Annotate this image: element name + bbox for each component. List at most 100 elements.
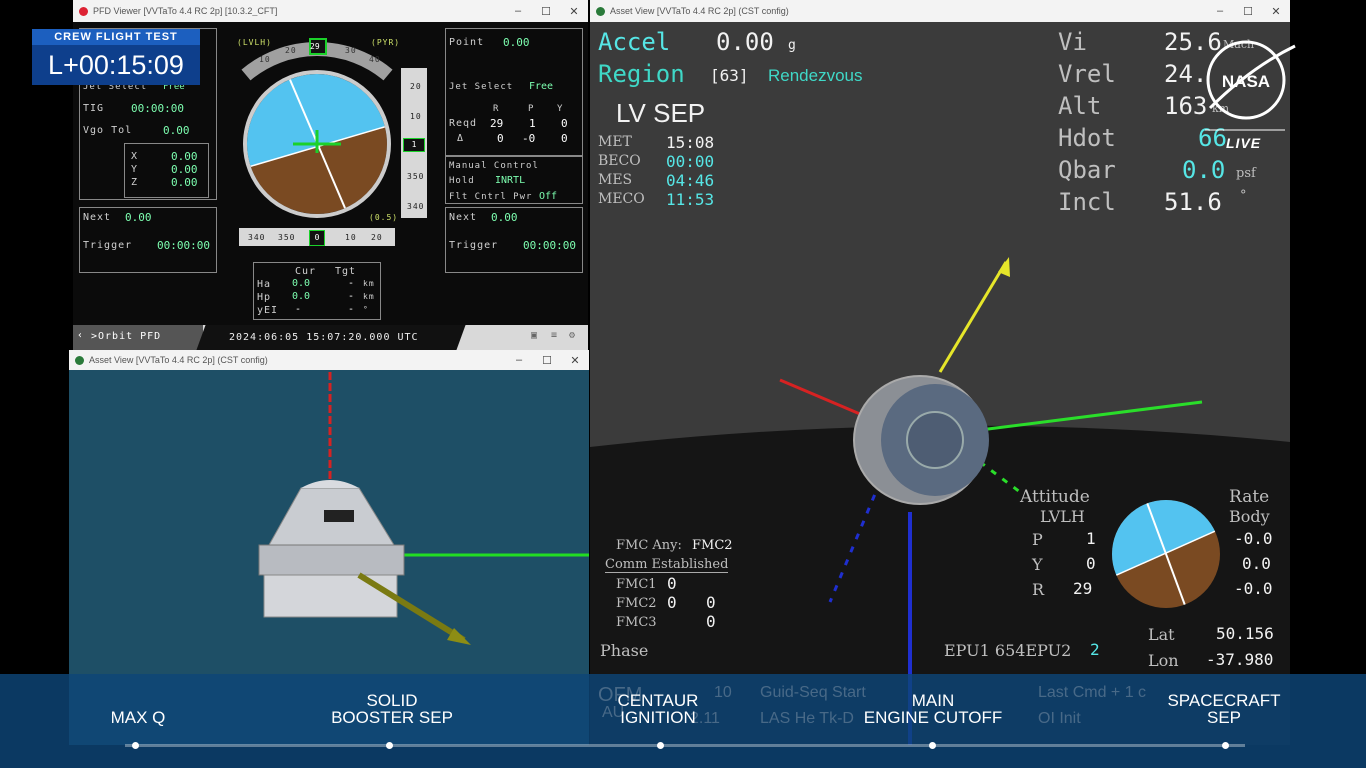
mission-clock: L+00:15:09 — [48, 50, 184, 80]
region-code: [63] — [710, 66, 749, 85]
qbar-label: Qbar — [1058, 156, 1116, 184]
orbit-row-label: Ha — [257, 279, 272, 290]
meco-label: MECO — [598, 191, 645, 207]
trigger-value: 00:00:00 — [157, 239, 210, 252]
orbit-row-cur: 0.0 — [292, 278, 311, 289]
mes-label: MES — [598, 172, 633, 188]
asset-left-titlebar[interactable]: Asset View [VVTaTo 4.4 RC 2p] (CST confi… — [69, 350, 589, 370]
timeline-marker — [386, 742, 393, 749]
accel-value: 0.00 — [716, 28, 774, 56]
close-icon[interactable]: ✕ — [1262, 5, 1290, 18]
maximize-icon[interactable]: ☐ — [533, 354, 561, 367]
jet-select-value: Free — [529, 81, 554, 92]
region-value: Rendezvous — [768, 66, 863, 85]
close-icon[interactable]: ✕ — [560, 5, 588, 18]
app-icon — [596, 6, 605, 16]
close-icon[interactable]: ✕ — [561, 354, 589, 367]
roll-readout: 0 — [309, 230, 325, 246]
r-axis-label: R — [1032, 580, 1045, 599]
event-main-engine-cutoff: MAIN ENGINE CUTOFF — [863, 691, 1003, 727]
trigger-value: 00:00:00 — [523, 239, 576, 252]
trigger-label: Trigger — [449, 240, 499, 251]
next-label: Next — [449, 212, 478, 223]
ghost-text: Guid-Seq Start — [760, 684, 866, 701]
met-value: 15:08 — [666, 133, 715, 152]
fmc1-a: 0 — [667, 574, 677, 593]
bottom-scale-tick: 340 — [248, 233, 266, 242]
timeline-marker — [929, 742, 936, 749]
orbit-row-tgt: - — [348, 278, 355, 289]
mini-attitude-ball — [1112, 500, 1220, 608]
beco-label: BECO — [598, 153, 641, 169]
pitch-readout: 29 — [310, 42, 320, 51]
qbar-value: 0.0 — [1182, 156, 1226, 184]
hold-label: Hold — [449, 176, 475, 186]
asset-right-titlebar[interactable]: Asset View [VVTaTo 4.4 RC 2p] (CST confi… — [590, 0, 1290, 22]
hdot-label: Hdot — [1058, 124, 1116, 152]
lon-label: Lon — [1148, 651, 1179, 670]
maximize-icon[interactable]: ☐ — [1234, 5, 1262, 18]
vi-label: Vi — [1058, 28, 1087, 56]
yaw-readout: 1 — [403, 138, 425, 152]
accel-unit: g — [788, 38, 796, 53]
meco-value: 11:53 — [666, 190, 715, 209]
event-booster-sep: SOLID BOOSTER SEP — [331, 691, 453, 727]
side-scale-tick: 340 — [407, 202, 425, 211]
crew-flight-test-badge: CREW FLIGHT TEST L+00:15:09 — [32, 29, 200, 85]
minimize-icon[interactable]: – — [504, 5, 532, 17]
fmc2-b: 0 — [706, 593, 716, 612]
comm-established-label: Comm Established — [605, 557, 729, 573]
orbit-row-unit: km — [363, 292, 375, 301]
orbit-row-tgt: - — [348, 304, 355, 315]
reqd-label: Reqd — [449, 118, 478, 129]
reqd-r: 29 — [490, 117, 504, 130]
delta-label: Δ — [457, 133, 465, 144]
rate-frame: Body — [1229, 507, 1270, 526]
event-spacecraft-sep: SPACECRAFT SEP — [1167, 691, 1281, 727]
minimize-icon[interactable]: – — [505, 354, 533, 366]
incl-label: Incl — [1058, 188, 1116, 216]
tig-value: 00:00:00 — [131, 102, 184, 115]
fmc3-label: FMC3 — [616, 615, 657, 630]
met-label: MET — [598, 134, 632, 150]
minimize-icon[interactable]: – — [1206, 5, 1234, 17]
r-rate-value: -0.0 — [1234, 579, 1273, 598]
ghost-text: Last Cmd + 1 c — [1038, 684, 1147, 701]
window-title: Asset View [VVTaTo 4.4 RC 2p] (CST confi… — [610, 6, 789, 16]
pfd-titlebar[interactable]: PFD Viewer [VVTaTo 4.4 RC 2p] [10.3.2_CF… — [73, 0, 588, 22]
p-axis-label: P — [1032, 530, 1043, 549]
flt-cntrl-label: Flt Cntrl Pwr — [449, 192, 533, 202]
orbit-row-label: yEI — [257, 305, 279, 316]
x-label: X — [131, 151, 139, 162]
z-label: Z — [131, 177, 139, 188]
back-chevron-icon[interactable]: ‹ — [77, 330, 84, 341]
orbit-col-tgt: Tgt — [335, 266, 357, 277]
attitude-title: Attitude — [1020, 487, 1090, 507]
vgo-value: 0.00 — [163, 124, 190, 137]
lon-value: -37.980 — [1206, 650, 1274, 669]
camera-icon[interactable]: ▣ — [531, 330, 538, 341]
fmc2-a: 0 — [667, 593, 677, 612]
top-scale-tick: 30 — [345, 46, 357, 55]
window-title: PFD Viewer [VVTaTo 4.4 RC 2p] [10.3.2_CF… — [93, 6, 278, 16]
side-scale-tick: 20 — [410, 82, 422, 91]
jet-select-label: Jet Select — [449, 82, 514, 92]
orbit-row-cur: 0.0 — [292, 291, 311, 302]
next-value: 0.00 — [491, 211, 518, 224]
gear-icon[interactable]: ⚙ — [569, 330, 576, 341]
side-scale-tick: 10 — [410, 112, 422, 121]
app-icon — [79, 6, 88, 16]
r-att-value: 29 — [1073, 579, 1093, 598]
breadcrumb[interactable]: >Orbit PFD — [91, 331, 161, 342]
tig-label: TIG — [83, 103, 105, 114]
attitude-frame: LVLH — [1040, 507, 1085, 526]
trigger-label: Trigger — [83, 240, 133, 251]
orbit-row-label: Hp — [257, 292, 272, 303]
point-value: 0.00 — [503, 36, 530, 49]
layers-icon[interactable]: ≡ — [551, 330, 558, 341]
rpy-header-p: P — [528, 104, 535, 114]
incl-value: 51.6 — [1164, 188, 1222, 216]
fmc1-label: FMC1 — [616, 577, 657, 592]
asset-view-right-window: Asset View [VVTaTo 4.4 RC 2p] (CST confi… — [590, 0, 1290, 745]
maximize-icon[interactable]: ☐ — [532, 5, 560, 18]
